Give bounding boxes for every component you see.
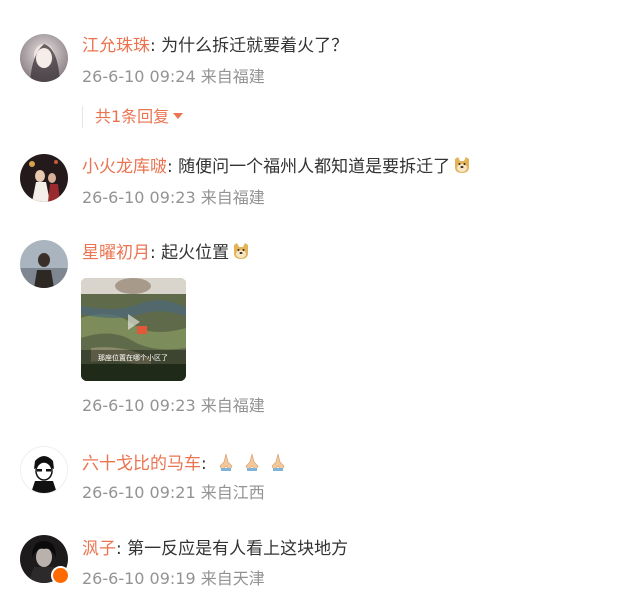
comment-location: 来自福建 [200,396,265,415]
comment-line: 星曜初月: 起火位置 [82,241,251,264]
comment-line: 六十戈比的马车: [82,452,288,475]
comment-username[interactable]: 沨子 [82,539,116,559]
comment-text: 起火位置 [155,243,230,263]
comment-line: 沨子: 第一反应是有人看上这块地方 [82,538,348,560]
verified-badge-icon [51,566,70,585]
comment-location: 来自福建 [200,67,265,86]
comment-time: 26-6-10 09:24 [82,67,196,86]
comment-username[interactable]: 六十戈比的马车 [82,454,201,474]
view-replies-button[interactable]: 共1条回复 [82,106,184,128]
avatar[interactable] [20,154,68,202]
caret-down-icon [173,113,184,119]
comment-text: 第一反应是有人看上这块地方 [121,539,349,559]
comment-line: 小火龙库啵: 随便问一个福州人都知道是要拆迁了 [82,155,472,178]
comment-meta: 26-6-10 09:23 来自福建 [82,396,265,416]
comment-username[interactable]: 江允珠珠 [82,36,150,56]
comment-username[interactable]: 星曜初月 [82,243,150,263]
comment-time: 26-6-10 09:21 [82,483,196,502]
comment-text [207,454,212,474]
comment-meta: 26-6-10 09:24 来自福建 [82,67,265,87]
avatar[interactable] [20,240,68,288]
comment-time: 26-6-10 09:23 [82,396,196,415]
doge-emoji-icon [455,157,470,173]
comment-location: 来自福建 [200,188,265,207]
doge-emoji-icon [234,243,249,259]
praying-hands-icon [271,453,285,471]
comment-text: 随便问一个福州人都知道是要拆迁了 [172,157,451,177]
thumbnail-caption: 那座位置在哪个小区了 [98,353,168,362]
comment-location: 来自天津 [200,569,265,588]
comment-time: 26-6-10 09:19 [82,569,196,588]
comment-username[interactable]: 小火龙库啵 [82,157,167,177]
replies-label: 共1条回复 [95,107,170,126]
comment-meta: 26-6-10 09:23 来自福建 [82,188,265,208]
praying-hands-icon [219,453,233,471]
comment-separator: : [201,454,207,474]
comment-location: 来自江西 [200,483,265,502]
comment-meta: 26-6-10 09:19 来自天津 [82,569,265,589]
comment-line: 江允珠珠: 为什么拆迁就要着火了？ [82,35,348,57]
avatar[interactable] [20,34,68,82]
comment-meta: 26-6-10 09:21 来自江西 [82,483,265,503]
comment-time: 26-6-10 09:23 [82,188,196,207]
praying-hands-icon [245,453,259,471]
comment-text: 为什么拆迁就要着火了？ [155,36,349,56]
attached-video-thumbnail[interactable]: 那座位置在哪个小区了 [81,278,186,381]
avatar[interactable] [20,446,68,494]
